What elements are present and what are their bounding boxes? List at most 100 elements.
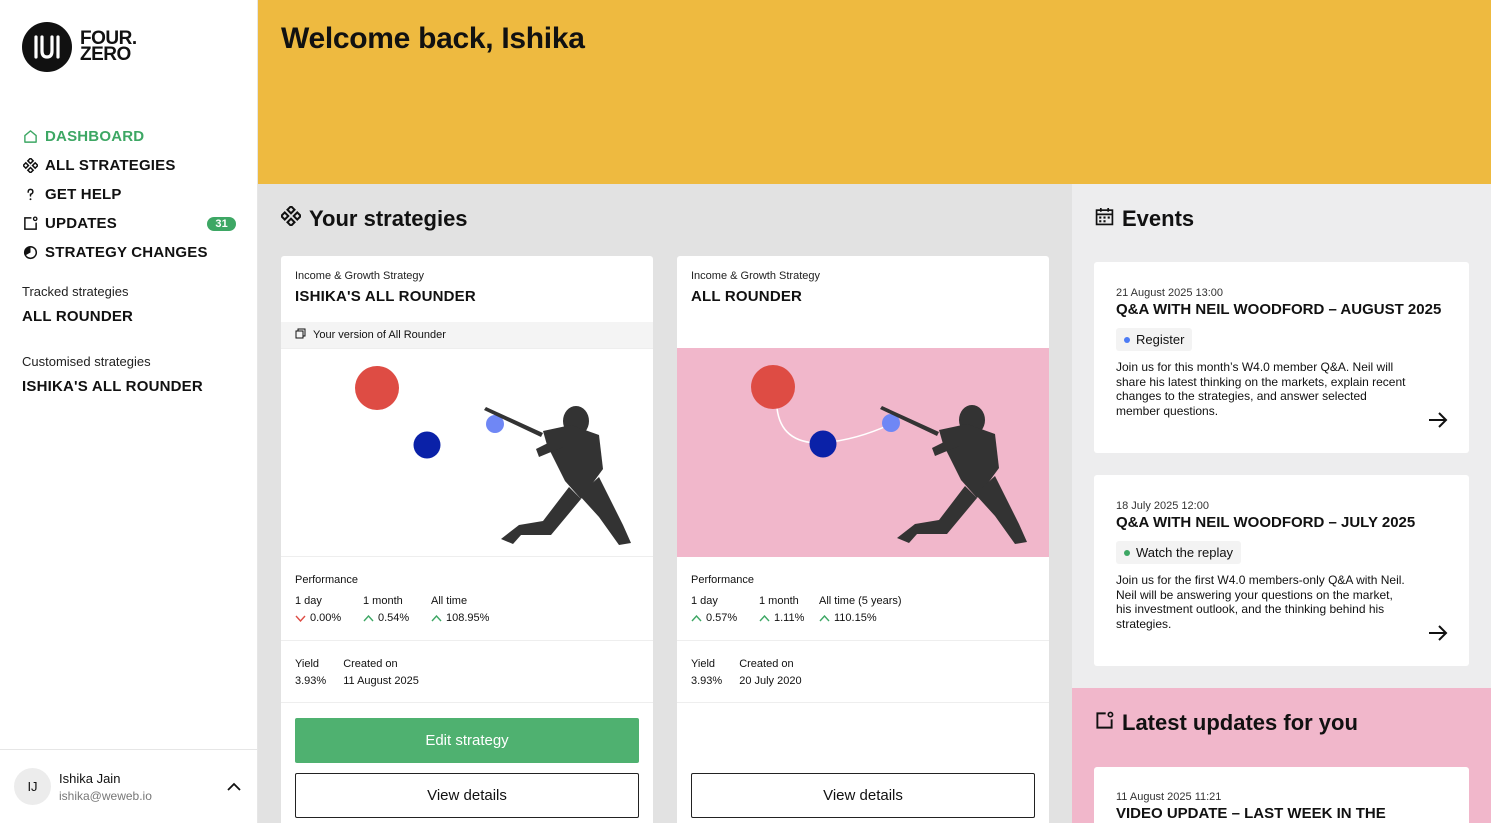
yield-value: 3.93% xyxy=(691,675,723,687)
card-header: Income & Growth Strategy ISHIKA'S ALL RO… xyxy=(281,256,653,322)
strategy-meta: Yield 3.93% Created on 20 July 2020 xyxy=(677,641,1049,703)
event-description: Join us for this month’s W4.0 member Q&A… xyxy=(1116,360,1406,418)
card-header: Income & Growth Strategy ALL ROUNDER xyxy=(677,256,1049,348)
strategies-title: Your strategies xyxy=(309,206,468,231)
status-dot-icon xyxy=(1124,336,1130,343)
event-date: 18 July 2025 12:00 xyxy=(1116,500,1209,512)
event-action-label: Watch the replay xyxy=(1136,545,1234,560)
trend-up-icon xyxy=(819,614,830,621)
performance-row: 1 day 0.00% 1 month 0.54% All time 108.9… xyxy=(295,595,639,624)
strategy-illustration xyxy=(677,348,1049,557)
perf-label: 1 month xyxy=(363,595,403,607)
strategies-heading: Your strategies xyxy=(279,204,468,232)
nav-item-updates[interactable]: UPDATES 31 xyxy=(22,209,236,238)
arrow-right-icon[interactable] xyxy=(1427,622,1449,644)
main-nav: DASHBOARD ALL STRATEGIES GET HELP UPDATE… xyxy=(22,122,236,267)
customised-strategy-link[interactable]: ISHIKA'S ALL ROUNDER xyxy=(22,378,203,395)
status-dot-icon xyxy=(1124,549,1130,556)
perf-value-row: 0.57% xyxy=(691,612,759,624)
strategy-category: Income & Growth Strategy xyxy=(295,270,424,282)
nav-item-all-strategies[interactable]: ALL STRATEGIES xyxy=(22,151,236,180)
copy-icon xyxy=(295,328,306,342)
trend-up-icon xyxy=(363,614,374,621)
strategy-category: Income & Growth Strategy xyxy=(691,270,820,282)
strategies-section: Your strategies Income & Growth Strategy… xyxy=(258,184,1072,823)
trend-down-icon xyxy=(295,615,306,622)
perf-value: 108.95% xyxy=(446,612,490,624)
perf-value-row: 0.54% xyxy=(363,612,431,624)
yield-block: Yield 3.93% xyxy=(691,658,722,702)
created-value: 11 August 2025 xyxy=(343,675,419,687)
view-details-button[interactable]: View details xyxy=(691,773,1035,818)
user-profile[interactable]: IJ Ishika Jain ishika@weweb.io xyxy=(0,749,258,823)
event-date: 21 August 2025 13:00 xyxy=(1116,287,1224,299)
nav-item-strategy-changes[interactable]: STRATEGY CHANGES xyxy=(22,238,236,267)
performance-block: Performance 1 day 0.57% 1 month 1.11% Al… xyxy=(677,557,1049,641)
perf-1-day: 1 day 0.00% xyxy=(295,595,363,624)
strategy-meta: Yield 3.93% Created on 11 August 2025 xyxy=(281,641,653,703)
events-section: Events 21 August 2025 13:00 Q&A WITH NEI… xyxy=(1072,184,1491,688)
nav-item-dashboard[interactable]: DASHBOARD xyxy=(22,122,236,151)
event-card[interactable]: 18 July 2025 12:00 Q&A WITH NEIL WOODFOR… xyxy=(1094,475,1469,666)
welcome-banner: Welcome back, Ishika xyxy=(258,0,1491,184)
baseball-player-illustration xyxy=(355,366,631,545)
trend-up-icon xyxy=(759,614,770,621)
yield-block: Yield 3.93% xyxy=(295,658,326,702)
event-title: Q&A WITH NEIL WOODFORD – JULY 2025 xyxy=(1116,514,1416,531)
register-button[interactable]: Register xyxy=(1116,328,1193,351)
strategies-icon xyxy=(22,158,38,174)
arrow-right-icon[interactable] xyxy=(1427,409,1449,431)
user-name: Ishika Jain xyxy=(59,770,121,786)
update-title: VIDEO UPDATE – LAST WEEK IN THE xyxy=(1116,805,1386,822)
logo-text: FOUR. ZERO xyxy=(80,29,137,64)
home-icon xyxy=(22,129,38,145)
version-note-text: Your version of All Rounder xyxy=(313,329,446,341)
edit-strategy-button[interactable]: Edit strategy xyxy=(295,718,639,763)
nav-label-get-help: GET HELP xyxy=(45,186,122,203)
avatar: IJ xyxy=(14,768,51,805)
nav-label-all-strategies: ALL STRATEGIES xyxy=(45,157,176,174)
events-heading: Events xyxy=(1095,206,1194,232)
yield-label: Yield xyxy=(691,658,716,670)
tracked-strategies-label: Tracked strategies xyxy=(22,284,129,299)
watch-replay-button[interactable]: Watch the replay xyxy=(1116,541,1242,564)
perf-value-row: 1.11% xyxy=(759,612,819,624)
perf-label: 1 day xyxy=(295,595,322,607)
strategy-card-custom: Income & Growth Strategy ISHIKA'S ALL RO… xyxy=(281,256,653,823)
perf-value-row: 110.15% xyxy=(819,612,902,624)
updates-icon xyxy=(22,216,38,232)
customised-strategies-section: Customised strategies ISHIKA'S ALL ROUND… xyxy=(22,354,203,395)
perf-label: 1 month xyxy=(759,595,799,607)
updates-heading: Latest updates for you xyxy=(1095,710,1358,736)
updates-section: Latest updates for you 11 August 2025 11… xyxy=(1072,688,1491,823)
user-info: Ishika Jain ishika@weweb.io xyxy=(59,771,152,803)
perf-value: 0.54% xyxy=(378,612,410,624)
perf-1-month: 1 month 0.54% xyxy=(363,595,431,624)
event-title: Q&A WITH NEIL WOODFORD – AUGUST 2025 xyxy=(1116,301,1442,318)
event-card[interactable]: 21 August 2025 13:00 Q&A WITH NEIL WOODF… xyxy=(1094,262,1469,453)
strategy-changes-icon xyxy=(22,245,38,261)
nav-label-dashboard: DASHBOARD xyxy=(45,128,145,145)
nav-label-strategy-changes: STRATEGY CHANGES xyxy=(45,244,208,261)
event-action-label: Register xyxy=(1136,332,1185,347)
yield-value: 3.93% xyxy=(295,675,327,687)
view-details-button[interactable]: View details xyxy=(295,773,639,818)
strategy-name[interactable]: ISHIKA'S ALL ROUNDER xyxy=(295,288,639,305)
perf-value: 0.57% xyxy=(706,612,738,624)
updates-title: Latest updates for you xyxy=(1122,710,1358,735)
chevron-up-icon[interactable] xyxy=(224,777,244,797)
updates-icon xyxy=(1095,710,1114,736)
update-card[interactable]: 11 August 2025 11:21 VIDEO UPDATE – LAST… xyxy=(1094,767,1469,823)
perf-label: All time (5 years) xyxy=(819,595,902,607)
updates-count-badge: 31 xyxy=(207,216,236,231)
logo[interactable]: FOUR. ZERO xyxy=(22,22,137,72)
performance-block: Performance 1 day 0.00% 1 month 0.54% Al… xyxy=(281,557,653,641)
perf-label: All time xyxy=(431,595,468,607)
trend-up-icon xyxy=(431,614,442,621)
calendar-icon xyxy=(1095,206,1114,232)
strategy-name[interactable]: ALL ROUNDER xyxy=(691,288,1035,305)
tracked-strategy-link[interactable]: ALL ROUNDER xyxy=(22,308,133,325)
created-block: Created on 11 August 2025 xyxy=(343,658,419,702)
perf-1-day: 1 day 0.57% xyxy=(691,595,759,624)
nav-item-get-help[interactable]: GET HELP xyxy=(22,180,236,209)
